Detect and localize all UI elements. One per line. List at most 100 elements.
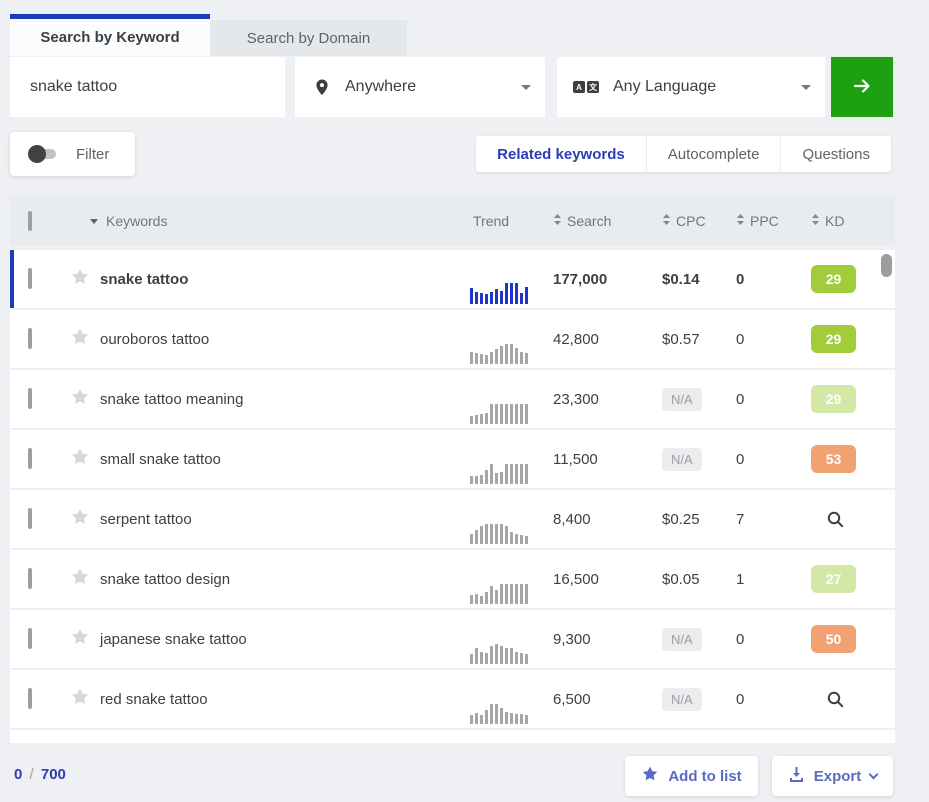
- kd-badge[interactable]: 29: [811, 265, 856, 293]
- row-checkbox[interactable]: [28, 448, 32, 469]
- tab-related-keywords[interactable]: Related keywords: [476, 136, 646, 172]
- row-checkbox[interactable]: [28, 628, 32, 649]
- sort-icon: [811, 213, 820, 229]
- row-checkbox[interactable]: [28, 388, 32, 409]
- ppc-cell: 0: [726, 451, 801, 468]
- header-kd[interactable]: KD: [801, 213, 895, 229]
- kd-badge[interactable]: 27: [811, 565, 856, 593]
- header-search[interactable]: Search: [545, 213, 650, 229]
- favorite-star-icon[interactable]: [70, 454, 90, 471]
- keyword-cell[interactable]: small snake tattoo: [90, 451, 460, 468]
- keyword-cell[interactable]: snake tattoo meaning: [90, 391, 460, 408]
- table-row: serpent tattoo 8,400 $0.25 7: [10, 490, 895, 548]
- keyword-cell[interactable]: snake tattoo: [90, 271, 460, 288]
- filter-label: Filter: [76, 146, 109, 163]
- filter-pill: Filter: [10, 132, 135, 176]
- chevron-down-icon: [801, 85, 811, 90]
- favorite-star-icon[interactable]: [70, 694, 90, 711]
- selected-count: 0: [14, 766, 22, 783]
- tab-autocomplete[interactable]: Autocomplete: [646, 136, 781, 172]
- header-ppc-label: PPC: [750, 213, 779, 229]
- favorite-star-icon[interactable]: [70, 574, 90, 591]
- keyword-cell[interactable]: red snake tattoo: [90, 691, 460, 708]
- na-badge: N/A: [662, 628, 702, 651]
- magnifier-icon[interactable]: [826, 510, 845, 529]
- language-select[interactable]: A 文 Any Language: [557, 57, 825, 117]
- header-ppc[interactable]: PPC: [726, 213, 801, 229]
- search-row: Anywhere A 文 Any Language: [10, 57, 893, 117]
- sort-icon: [662, 213, 671, 229]
- tab-questions[interactable]: Questions: [780, 136, 891, 172]
- trend-chart: [460, 700, 545, 724]
- trend-chart: [460, 520, 545, 544]
- keyword-cell[interactable]: snake tattoo design: [90, 571, 460, 588]
- trend-chart: [460, 580, 545, 604]
- favorite-star-icon[interactable]: [70, 514, 90, 531]
- sort-caret-icon: [90, 219, 98, 224]
- arrow-right-icon: [850, 74, 874, 101]
- tab-search-by-keyword-label: Search by Keyword: [40, 29, 179, 46]
- add-to-list-button[interactable]: Add to list: [625, 756, 758, 796]
- ppc-cell: 1: [726, 571, 801, 588]
- tab-search-by-domain[interactable]: Search by Domain: [210, 20, 407, 56]
- chevron-down-icon: [521, 85, 531, 90]
- kd-badge[interactable]: 29: [811, 325, 856, 353]
- favorite-star-icon[interactable]: [70, 274, 90, 291]
- table-row: red snake tattoo 6,500 N/A 0: [10, 670, 895, 728]
- search-submit-button[interactable]: [831, 57, 893, 117]
- result-tabs: Related keywords Autocomplete Questions: [476, 136, 891, 172]
- table-row: japanese snake tattoo 9,300 N/A 0 50: [10, 610, 895, 668]
- favorite-star-icon[interactable]: [70, 634, 90, 651]
- magnifier-icon[interactable]: [826, 690, 845, 709]
- trend-chart: [460, 280, 545, 304]
- chevron-down-icon: [869, 769, 879, 779]
- ppc-cell: 0: [726, 391, 801, 408]
- keyword-cell[interactable]: ouroboros tattoo: [90, 331, 460, 348]
- header-cpc[interactable]: CPC: [650, 213, 726, 229]
- row-checkbox[interactable]: [28, 688, 32, 709]
- search-mode-tabs: Search by Keyword Search by Domain: [10, 14, 407, 56]
- row-checkbox[interactable]: [28, 508, 32, 529]
- header-search-label: Search: [567, 213, 611, 229]
- selection-count: 0 / 700: [14, 766, 66, 783]
- tab-questions-label: Questions: [802, 146, 870, 163]
- tab-search-by-keyword[interactable]: Search by Keyword: [10, 14, 210, 56]
- row-checkbox[interactable]: [28, 268, 32, 289]
- scrollbar-thumb[interactable]: [881, 254, 892, 277]
- header-cpc-label: CPC: [676, 213, 706, 229]
- ppc-cell: 0: [726, 271, 801, 288]
- na-badge: N/A: [662, 388, 702, 411]
- search-cell: 42,800: [545, 331, 650, 348]
- ppc-cell: 7: [726, 511, 801, 528]
- tab-autocomplete-label: Autocomplete: [668, 146, 760, 163]
- cpc-cell: $0.25: [650, 511, 726, 528]
- location-select[interactable]: Anywhere: [295, 57, 545, 117]
- row-checkbox[interactable]: [28, 568, 32, 589]
- cpc-cell: N/A: [650, 448, 726, 471]
- search-cell: 16,500: [545, 571, 650, 588]
- translate-icon: A 文: [573, 81, 599, 93]
- keyword-cell[interactable]: japanese snake tattoo: [90, 631, 460, 648]
- kd-badge[interactable]: 50: [811, 625, 856, 653]
- kd-badge[interactable]: 29: [811, 385, 856, 413]
- favorite-star-icon[interactable]: [70, 394, 90, 411]
- keyword-cell[interactable]: serpent tattoo: [90, 511, 460, 528]
- table-header-row: Keywords Trend Search CPC PPC KD: [10, 196, 895, 246]
- favorite-star-icon[interactable]: [70, 334, 90, 351]
- sort-icon: [736, 213, 745, 229]
- export-button[interactable]: Export: [772, 756, 893, 796]
- keywords-table: Keywords Trend Search CPC PPC KD sn: [10, 196, 895, 743]
- ppc-cell: 0: [726, 631, 801, 648]
- trend-chart: [460, 460, 545, 484]
- select-all-checkbox[interactable]: [28, 211, 32, 231]
- kd-cell: 29: [801, 325, 895, 353]
- cpc-cell: $0.14: [650, 271, 726, 288]
- map-pin-icon: [313, 78, 331, 96]
- row-checkbox[interactable]: [28, 328, 32, 349]
- kd-badge[interactable]: 53: [811, 445, 856, 473]
- keyword-search-input[interactable]: [10, 57, 285, 117]
- header-keywords[interactable]: Keywords: [90, 213, 460, 229]
- filter-toggle[interactable]: [28, 147, 58, 161]
- header-trend: Trend: [460, 213, 545, 229]
- header-kd-label: KD: [825, 213, 844, 229]
